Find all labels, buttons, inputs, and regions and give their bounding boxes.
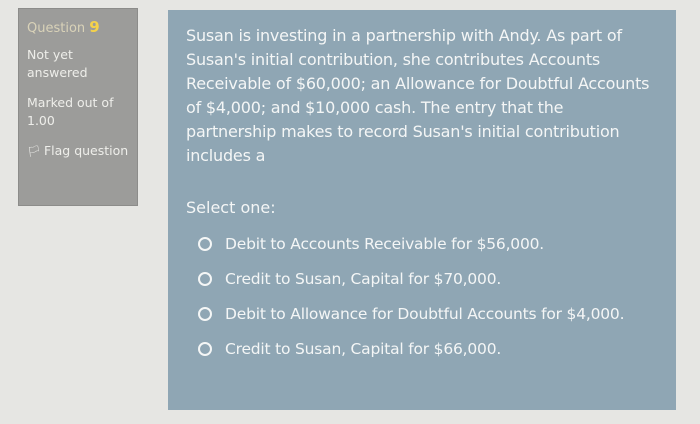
flag-question-link[interactable]: 🏳︎ Flag question bbox=[27, 142, 129, 161]
answer-option-label: Credit to Susan, Capital for $66,000. bbox=[225, 339, 502, 358]
question-title: Question 9 bbox=[27, 18, 129, 36]
answer-option-c[interactable]: Debit to Allowance for Doubtful Accounts… bbox=[186, 296, 658, 331]
radio-unchecked-icon[interactable] bbox=[198, 341, 212, 356]
flag-question-label: Flag question bbox=[43, 143, 129, 158]
answer-option-a[interactable]: Debit to Accounts Receivable for $56,000… bbox=[186, 226, 658, 261]
question-info-panel: Question 9 Not yet answered Marked out o… bbox=[18, 8, 138, 206]
flag-icon: 🏳︎ bbox=[27, 145, 41, 158]
question-label: Question bbox=[27, 21, 86, 36]
question-text: Susan is investing in a partnership with… bbox=[186, 26, 650, 165]
radio-unchecked-icon[interactable] bbox=[198, 306, 212, 321]
answer-option-label: Debit to Allowance for Doubtful Accounts… bbox=[225, 304, 625, 323]
answer-option-b[interactable]: Credit to Susan, Capital for $70,000. bbox=[186, 261, 658, 296]
question-number: 9 bbox=[89, 18, 100, 36]
answer-option-d[interactable]: Credit to Susan, Capital for $66,000. bbox=[186, 331, 658, 366]
question-status: Not yet answered bbox=[27, 47, 88, 80]
radio-unchecked-icon[interactable] bbox=[198, 271, 212, 286]
answer-option-label: Debit to Accounts Receivable for $56,000… bbox=[225, 234, 545, 253]
select-prompt: Select one: bbox=[186, 198, 276, 217]
radio-unchecked-icon[interactable] bbox=[198, 236, 212, 251]
question-grade: Marked out of 1.00 bbox=[27, 95, 114, 128]
question-content-panel: Susan is investing in a partnership with… bbox=[168, 10, 676, 410]
answer-option-label: Credit to Susan, Capital for $70,000. bbox=[225, 269, 502, 288]
